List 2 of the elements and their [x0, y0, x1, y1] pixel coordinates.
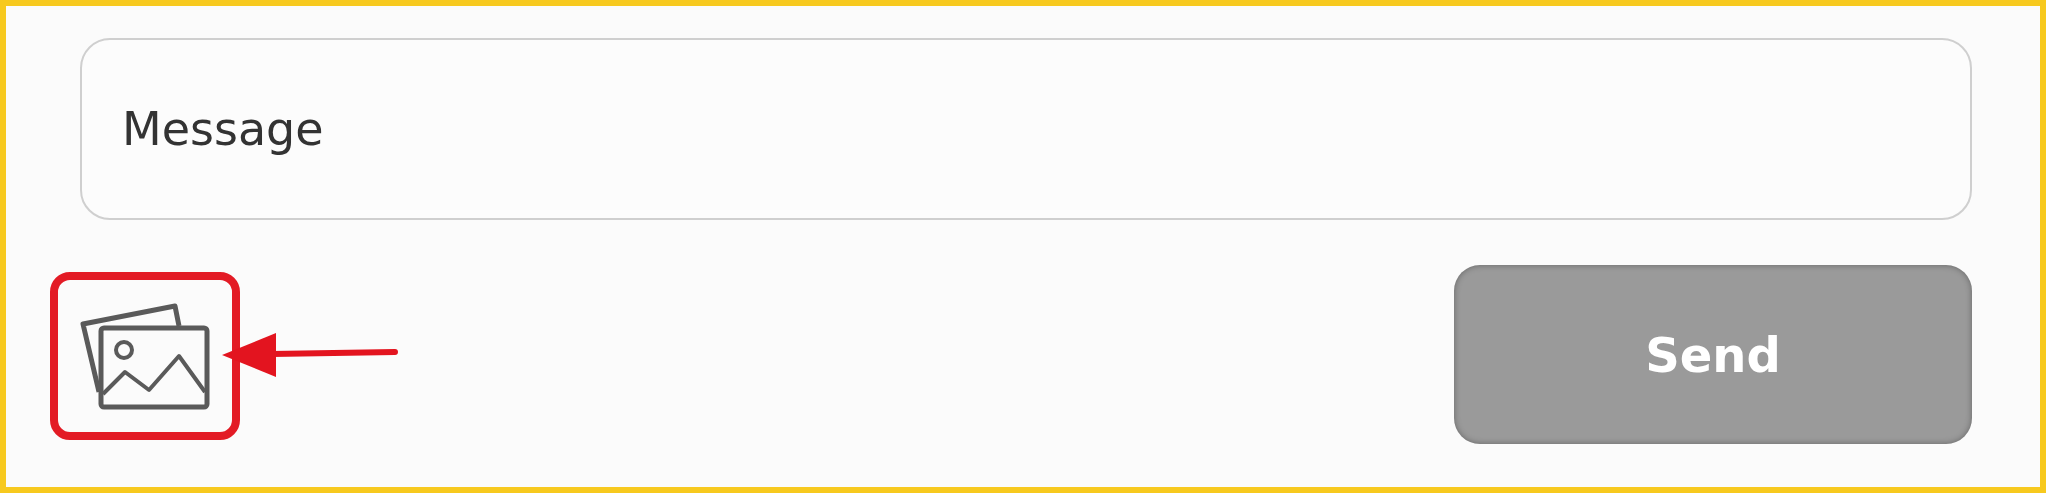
image-gallery-icon[interactable] — [79, 302, 211, 410]
message-field[interactable]: Message — [80, 38, 1972, 220]
